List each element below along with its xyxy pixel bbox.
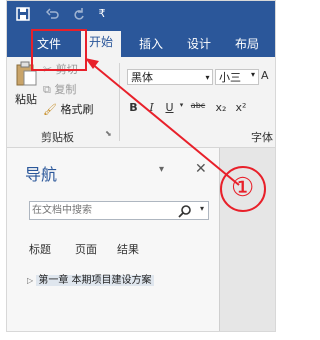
word-window: ₹ 文件 开始 插入 设计 布局 粘贴 ✂ 剪切 ⧉ 复制 🖌 格式刷 剪贴板 … — [6, 0, 276, 332]
annotation-number: ① — [231, 173, 255, 203]
annotation-arrow — [85, 58, 266, 212]
